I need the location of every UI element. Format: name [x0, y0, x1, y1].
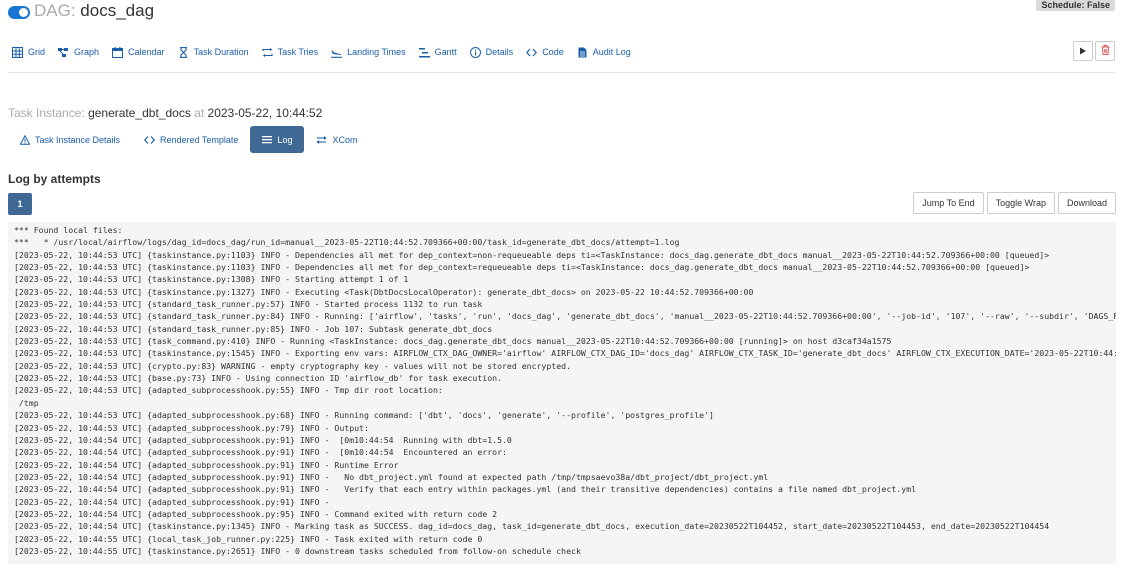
file-icon [577, 47, 588, 58]
info-icon [469, 46, 481, 58]
dag-title-prefix: DAG: [34, 1, 76, 20]
download-button[interactable]: Download [1057, 192, 1116, 214]
nav-gantt[interactable]: Gantt [418, 47, 457, 58]
page: DAG: docs_dag Schedule: False Grid Graph… [0, 0, 1121, 576]
nav-task-duration-label: Task Duration [193, 47, 249, 57]
dag-title: DAG: docs_dag [34, 1, 154, 21]
schedule-badge: Schedule: False [1036, 0, 1115, 11]
delete-dag-button[interactable] [1095, 41, 1115, 61]
task-instance-tabs: Task Instance Details Rendered Template … [8, 126, 369, 153]
tab-task-instance-details-label: Task Instance Details [35, 134, 121, 145]
tab-xcom-label: XCom [332, 134, 358, 145]
nav-grid-label: Grid [28, 47, 46, 57]
ti-timestamp: 2023-05-22, 10:44:52 [207, 106, 323, 120]
retry-icon [262, 47, 273, 58]
log-heading: Log by attempts [8, 172, 101, 186]
tab-rendered-template[interactable]: Rendered Template [132, 126, 250, 153]
tab-log[interactable]: Log [250, 126, 305, 153]
swap-icon [316, 135, 327, 145]
header: DAG: docs_dag Schedule: False [8, 0, 1115, 26]
nav-graph[interactable]: Graph [58, 47, 99, 58]
list-icon [262, 135, 273, 145]
dag-name: docs_dag [80, 1, 155, 20]
nav-calendar[interactable]: Calendar [112, 46, 165, 58]
nav-details[interactable]: Details [469, 46, 514, 58]
ti-task-id: generate_dbt_docs [88, 106, 191, 120]
gantt-icon [418, 47, 430, 58]
ti-prefix: Task Instance: [8, 106, 85, 120]
play-icon [1079, 42, 1087, 60]
nav-grid[interactable]: Grid [12, 46, 46, 58]
nav-task-tries-label: Task Tries [277, 47, 319, 57]
nav-details-label: Details [485, 47, 514, 57]
trash-icon [1101, 42, 1110, 60]
code-icon [144, 135, 156, 145]
task-instance-title: Task Instance: generate_dbt_docs at 2023… [8, 106, 322, 120]
nav-code-label: Code [542, 47, 564, 57]
log-output[interactable]: *** Found local files: *** * /usr/local/… [8, 222, 1116, 564]
nav-landing-times[interactable]: Landing Times [331, 47, 406, 58]
nav-audit-log[interactable]: Audit Log [577, 47, 631, 58]
nav-calendar-label: Calendar [128, 47, 165, 57]
attempt-button[interactable]: 1 [8, 193, 32, 215]
plane-icon [331, 47, 343, 58]
dag-nav: Grid Graph Calendar Task Duration Task T… [12, 42, 644, 62]
grid-icon [12, 46, 23, 58]
tab-log-label: Log [277, 134, 293, 145]
hourglass-icon [178, 46, 189, 58]
nav-gantt-label: Gantt [434, 47, 457, 57]
nav-graph-label: Graph [74, 47, 100, 57]
nav-task-duration[interactable]: Task Duration [178, 46, 249, 58]
graph-icon [58, 47, 69, 58]
nav-task-tries[interactable]: Task Tries [262, 47, 319, 58]
nav-landing-times-label: Landing Times [347, 47, 406, 57]
tab-task-instance-details[interactable]: Task Instance Details [8, 126, 132, 153]
calendar-icon [112, 46, 124, 58]
dag-actions [1071, 41, 1115, 61]
tab-rendered-template-label: Rendered Template [160, 134, 239, 145]
code-icon [526, 47, 538, 58]
warning-icon [20, 134, 30, 145]
nav-audit-log-label: Audit Log [592, 47, 631, 57]
jump-to-end-button[interactable]: Jump To End [913, 192, 984, 214]
tab-xcom[interactable]: XCom [304, 126, 369, 153]
header-divider [8, 72, 1115, 73]
toggle-wrap-button[interactable]: Toggle Wrap [986, 192, 1055, 214]
ti-at: at [194, 106, 205, 120]
toggle-knob [19, 8, 28, 17]
nav-code[interactable]: Code [526, 47, 564, 58]
log-text: *** Found local files: *** * /usr/local/… [14, 225, 1116, 556]
dag-pause-toggle[interactable] [8, 6, 30, 19]
log-actions: Jump To End Toggle Wrap Download [910, 192, 1116, 214]
trigger-dag-button[interactable] [1073, 41, 1093, 61]
